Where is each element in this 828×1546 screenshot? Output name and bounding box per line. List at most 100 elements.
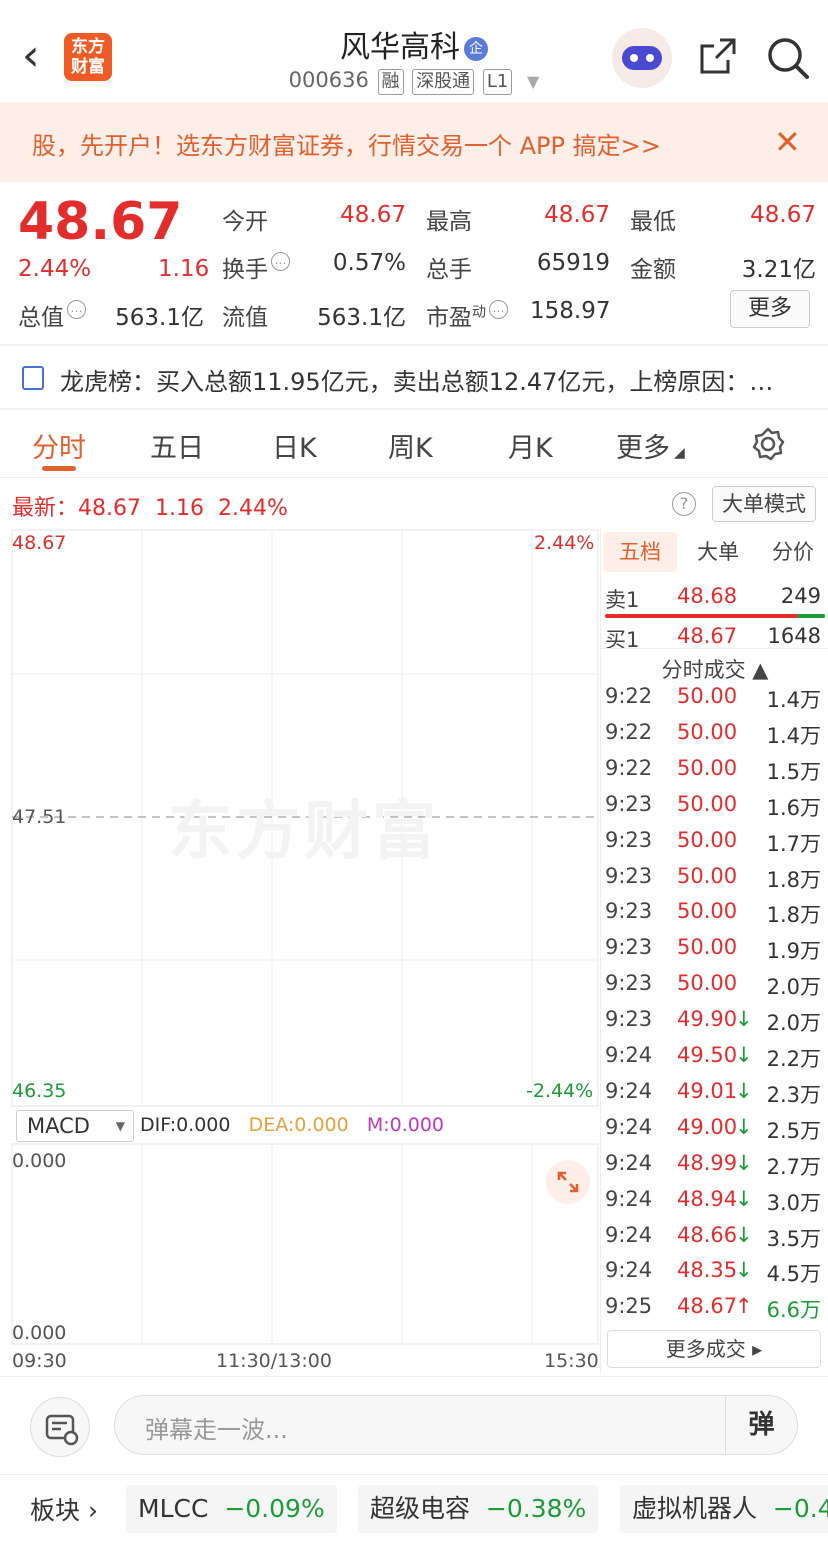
- macd-m: M:0.000: [366, 1114, 445, 1136]
- tab-five-levels[interactable]: 五档: [603, 532, 677, 572]
- buy-1-price: 48.67: [677, 624, 738, 648]
- tick-volume: 2.3万: [766, 1082, 821, 1107]
- info-icon[interactable]: …: [67, 300, 86, 319]
- tick-price: 50.00: [677, 791, 738, 816]
- dragon-tiger-text[interactable]: 龙虎榜：买入总额11.95亿元，卖出总额12.47亿元，上榜原因：…: [60, 362, 816, 397]
- tick-row: 9:24 49.00 ↓ 2.5万: [601, 1115, 828, 1151]
- arrow-down-icon: ↓: [735, 1078, 753, 1103]
- info-icon[interactable]: …: [271, 252, 290, 271]
- dropdown-triangle-icon[interactable]: ▼: [527, 72, 539, 91]
- chart-watermark: 东方财富: [168, 795, 440, 869]
- tick-time: 9:24: [605, 1114, 653, 1139]
- arrow-down-icon: ↓: [735, 1222, 753, 1247]
- tab-weekly-k[interactable]: 周K: [388, 426, 433, 465]
- more-trades-button[interactable]: 更多成交 ▸: [607, 1330, 821, 1368]
- ticks-title[interactable]: 分时成交 ▲: [601, 654, 828, 684]
- tab-price-dist[interactable]: 分价: [757, 532, 828, 572]
- volume-value: 65919: [536, 250, 610, 276]
- danmaku-input[interactable]: 弹幕走一波... 弹: [114, 1395, 798, 1455]
- order-book-panel: 五档 大单 分价 卖1 48.68 249 买1 48.67 1648 分时成交…: [600, 528, 828, 1374]
- pe-dynamic-sup: 动: [472, 304, 486, 321]
- tick-time: 9:24: [605, 1258, 653, 1283]
- document-icon: [22, 366, 44, 390]
- x-axis-start-label: 09:30: [12, 1350, 67, 1372]
- tab-five-day[interactable]: 五日: [150, 426, 204, 465]
- comment-settings-button[interactable]: [30, 1397, 90, 1457]
- change-amount: 1.16: [158, 256, 210, 282]
- tick-price: 50.00: [677, 935, 738, 960]
- tick-time: 9:23: [605, 935, 653, 960]
- gear-icon[interactable]: [750, 426, 786, 462]
- tick-row: 9:23 50.00 2.0万: [601, 971, 828, 1007]
- tab-big-orders[interactable]: 大单: [681, 532, 755, 572]
- sell-1-row: 卖1 48.68 249: [601, 582, 828, 614]
- tab-monthly-k[interactable]: 月K: [508, 426, 553, 465]
- sector-chip-supercap[interactable]: 超级电容 −0.38%: [358, 1485, 599, 1533]
- arrow-down-icon: ↓: [735, 1007, 753, 1032]
- bid-ask-ratio-bar: [605, 614, 825, 618]
- tab-more[interactable]: 更多 ◢: [616, 426, 685, 465]
- indicator-selector[interactable]: MACD ▼: [16, 1110, 134, 1142]
- sector-pct: −0.09%: [224, 1494, 325, 1523]
- info-icon[interactable]: …: [489, 300, 508, 319]
- open-value: 48.67: [340, 202, 406, 228]
- sector-chip-virtual-robot[interactable]: 虚拟机器人 −0.4: [620, 1485, 828, 1533]
- enterprise-badge-icon: 企: [464, 36, 488, 61]
- turnover-label[interactable]: 换手…: [222, 250, 290, 284]
- dragon-tiger-bar[interactable]: 龙虎榜：买入总额11.95亿元，卖出总额12.47亿元，上榜原因：…: [0, 346, 828, 408]
- sector-chip-mlcc[interactable]: MLCC −0.09%: [126, 1485, 337, 1533]
- tick-time: 9:23: [605, 1007, 653, 1032]
- tick-row: 9:23 50.00 1.6万: [601, 792, 828, 828]
- help-icon[interactable]: ?: [672, 492, 696, 516]
- intraday-chart[interactable]: 东方财富 48.67 2.44% 47.51 46.35 -2.44% 0.00…: [0, 528, 600, 1378]
- sector-name: 虚拟机器人: [632, 1494, 758, 1523]
- market-cap-label[interactable]: 总值…: [18, 298, 86, 332]
- sector-name: MLCC: [138, 1494, 209, 1523]
- stock-code: 000636: [288, 68, 369, 92]
- expand-chart-button[interactable]: [546, 1160, 590, 1204]
- tick-price: 48.66: [677, 1222, 738, 1247]
- danmaku-toggle-button[interactable]: 弹: [725, 1396, 797, 1454]
- tick-time: 9:23: [605, 971, 653, 996]
- tick-row: 9:23 50.00 1.9万: [601, 935, 828, 971]
- turnover-value: 0.57%: [332, 250, 406, 276]
- promo-text[interactable]: 股，先开户！选东方财富证券，行情交易一个 APP 搞定>>: [32, 126, 661, 161]
- sector-bar: 板块 › MLCC −0.09% 超级电容 −0.38% 虚拟机器人 −0.4: [0, 1474, 828, 1546]
- tick-row: 9:24 48.99 ↓ 2.7万: [601, 1151, 828, 1187]
- corner-triangle-icon: ◢: [674, 445, 685, 461]
- arrow-up-icon: ↑: [735, 1294, 753, 1319]
- side-tabs: 五档 大单 分价: [601, 532, 828, 572]
- more-quote-button[interactable]: 更多: [730, 290, 810, 328]
- tag-level: L1: [482, 69, 513, 95]
- sector-label[interactable]: 板块 ›: [30, 1491, 98, 1527]
- tick-price: 50.00: [677, 755, 738, 780]
- tab-daily-k[interactable]: 日K: [272, 426, 317, 465]
- high-label: 最高: [426, 209, 472, 235]
- big-order-mode-button[interactable]: 大单模式: [712, 486, 816, 522]
- tab-intraday[interactable]: 分时: [32, 426, 86, 465]
- pe-label[interactable]: 市盈动…: [426, 298, 508, 332]
- float-cap-value: 563.1亿: [317, 305, 406, 331]
- tick-time: 9:24: [605, 1150, 653, 1175]
- sell-1-price: 48.68: [677, 584, 738, 608]
- assistant-robot-icon[interactable]: [612, 28, 672, 88]
- close-icon[interactable]: ✕: [774, 124, 801, 160]
- quote-panel: 48.67 2.44% 1.16 今开 48.67 最高 48.67 最低 48…: [0, 182, 828, 344]
- tag-connect: 深股通: [412, 69, 475, 95]
- tab-more-label: 更多: [616, 433, 670, 464]
- tick-row: 9:23 49.90 ↓ 2.0万: [601, 1007, 828, 1043]
- pct-axis-top-label: 2.44%: [534, 532, 595, 554]
- tick-price: 50.00: [677, 863, 738, 888]
- arrow-down-icon: ↓: [735, 1186, 753, 1211]
- promo-banner[interactable]: 股，先开户！选东方财富证券，行情交易一个 APP 搞定>> ✕: [0, 102, 828, 182]
- tick-volume: 2.2万: [766, 1047, 821, 1071]
- amount-value: 3.21亿: [741, 257, 816, 283]
- dropdown-triangle-icon: ▼: [115, 1119, 125, 1133]
- sector-name: 超级电容: [370, 1494, 471, 1523]
- tick-time: 9:22: [605, 755, 653, 780]
- y-axis-top-label: 48.67: [12, 532, 67, 554]
- share-icon[interactable]: [698, 36, 738, 76]
- tick-volume: 1.9万: [766, 939, 821, 964]
- search-icon[interactable]: [766, 36, 810, 80]
- tick-price: 48.35: [677, 1258, 738, 1283]
